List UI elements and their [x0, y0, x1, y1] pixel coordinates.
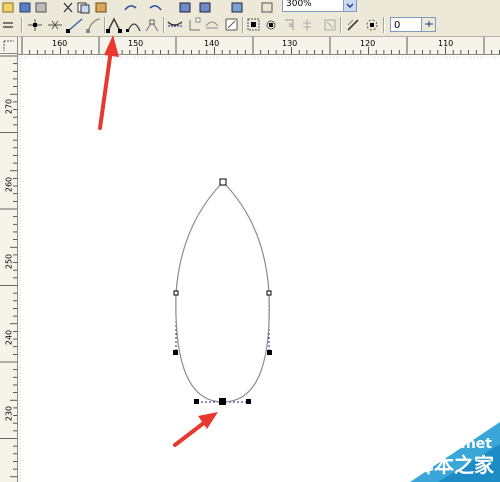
right-node-handle[interactable] — [266, 290, 272, 296]
reverse-direction-icon[interactable] — [205, 21, 219, 29]
open-icon[interactable] — [2, 2, 14, 13]
copy-icon[interactable] — [77, 2, 90, 14]
rotate-skew-nodes-icon[interactable] — [266, 20, 276, 30]
select-all-nodes-icon[interactable] — [324, 19, 336, 31]
separator — [21, 17, 22, 33]
vruler-label: 270 — [4, 98, 14, 115]
convert-to-line-icon[interactable] — [106, 17, 122, 33]
hruler-label: 150 — [128, 39, 144, 48]
hruler-label: 110 — [438, 39, 454, 48]
curve-smoothness-slider-button[interactable] — [422, 17, 436, 32]
right-control-point[interactable] — [267, 350, 272, 355]
reduce-nodes-icon[interactable] — [347, 19, 359, 31]
export-icon[interactable] — [199, 2, 211, 13]
elastic-mode-icon[interactable] — [303, 19, 311, 31]
slider-arrow-icon — [424, 21, 433, 27]
bottom-node-handle[interactable] — [219, 398, 226, 405]
separator — [383, 17, 384, 33]
horizontal-ruler[interactable]: 160 150 140 130 120 110 — [18, 37, 500, 55]
vruler-label: 240 — [4, 329, 14, 346]
extend-curve-icon[interactable] — [225, 18, 238, 31]
delete-node-icon[interactable] — [48, 20, 62, 30]
vertical-ruler[interactable]: 270 260 250 240 230 — [0, 54, 18, 482]
redo-icon[interactable] — [149, 5, 162, 11]
join-nodes-icon[interactable] — [66, 18, 83, 33]
app-launcher-icon[interactable] — [231, 2, 243, 13]
hruler-label: 120 — [360, 39, 376, 48]
break-curve-icon[interactable] — [86, 18, 101, 33]
curve-smoothness-input[interactable]: 0 — [390, 17, 422, 32]
separator — [340, 17, 341, 33]
hruler-label: 130 — [282, 39, 298, 48]
add-node-icon[interactable] — [28, 19, 42, 31]
print-icon[interactable] — [35, 2, 47, 13]
stretch-scale-nodes-icon[interactable] — [247, 18, 260, 31]
watermark: jb51.net 脚本之家 — [350, 422, 500, 482]
zoom-value: 300% — [286, 0, 312, 9]
left-control-point[interactable] — [173, 350, 178, 355]
horizontal-ruler-ticks — [21, 37, 500, 54]
vruler-label: 260 — [4, 176, 14, 193]
watermark-brand: 脚本之家 — [414, 453, 494, 477]
smooth-node-icon[interactable] — [167, 21, 183, 27]
vruler-label: 250 — [4, 253, 14, 270]
cut-icon[interactable] — [63, 2, 73, 13]
separator — [163, 17, 164, 33]
cusp-node-icon[interactable] — [145, 19, 159, 32]
separator — [242, 17, 243, 33]
align-nodes-icon[interactable] — [285, 19, 294, 30]
top-node-handle[interactable] — [219, 178, 227, 186]
chevron-down-icon[interactable] — [343, 0, 356, 11]
zoom-levels-dropdown[interactable]: 300% — [282, 0, 357, 12]
symmetrical-node-icon[interactable] — [189, 17, 201, 31]
hruler-label: 160 — [52, 39, 68, 48]
standard-toolbar: 300% — [0, 0, 500, 15]
hruler-label: 140 — [204, 39, 220, 48]
paste-icon[interactable] — [95, 2, 107, 13]
save-icon[interactable] — [19, 2, 31, 13]
separator — [104, 17, 105, 33]
left-node-handle[interactable] — [173, 290, 179, 296]
import-icon[interactable] — [179, 2, 191, 13]
ruler-origin-corner[interactable] — [0, 37, 18, 54]
drawing-canvas[interactable] — [18, 55, 500, 482]
undo-icon[interactable] — [124, 5, 137, 11]
node-type-icon[interactable] — [1, 19, 15, 31]
canvas-drawing — [18, 55, 500, 482]
vruler-label: 230 — [4, 405, 14, 422]
convert-to-curve-icon[interactable] — [126, 23, 141, 32]
bottom-right-control-point[interactable] — [246, 399, 251, 404]
bottom-left-control-point[interactable] — [194, 399, 199, 404]
curve-smoothness-icon[interactable] — [366, 19, 378, 31]
leaf-curve-shape[interactable] — [175, 181, 270, 403]
corel-online-icon[interactable] — [261, 2, 273, 13]
